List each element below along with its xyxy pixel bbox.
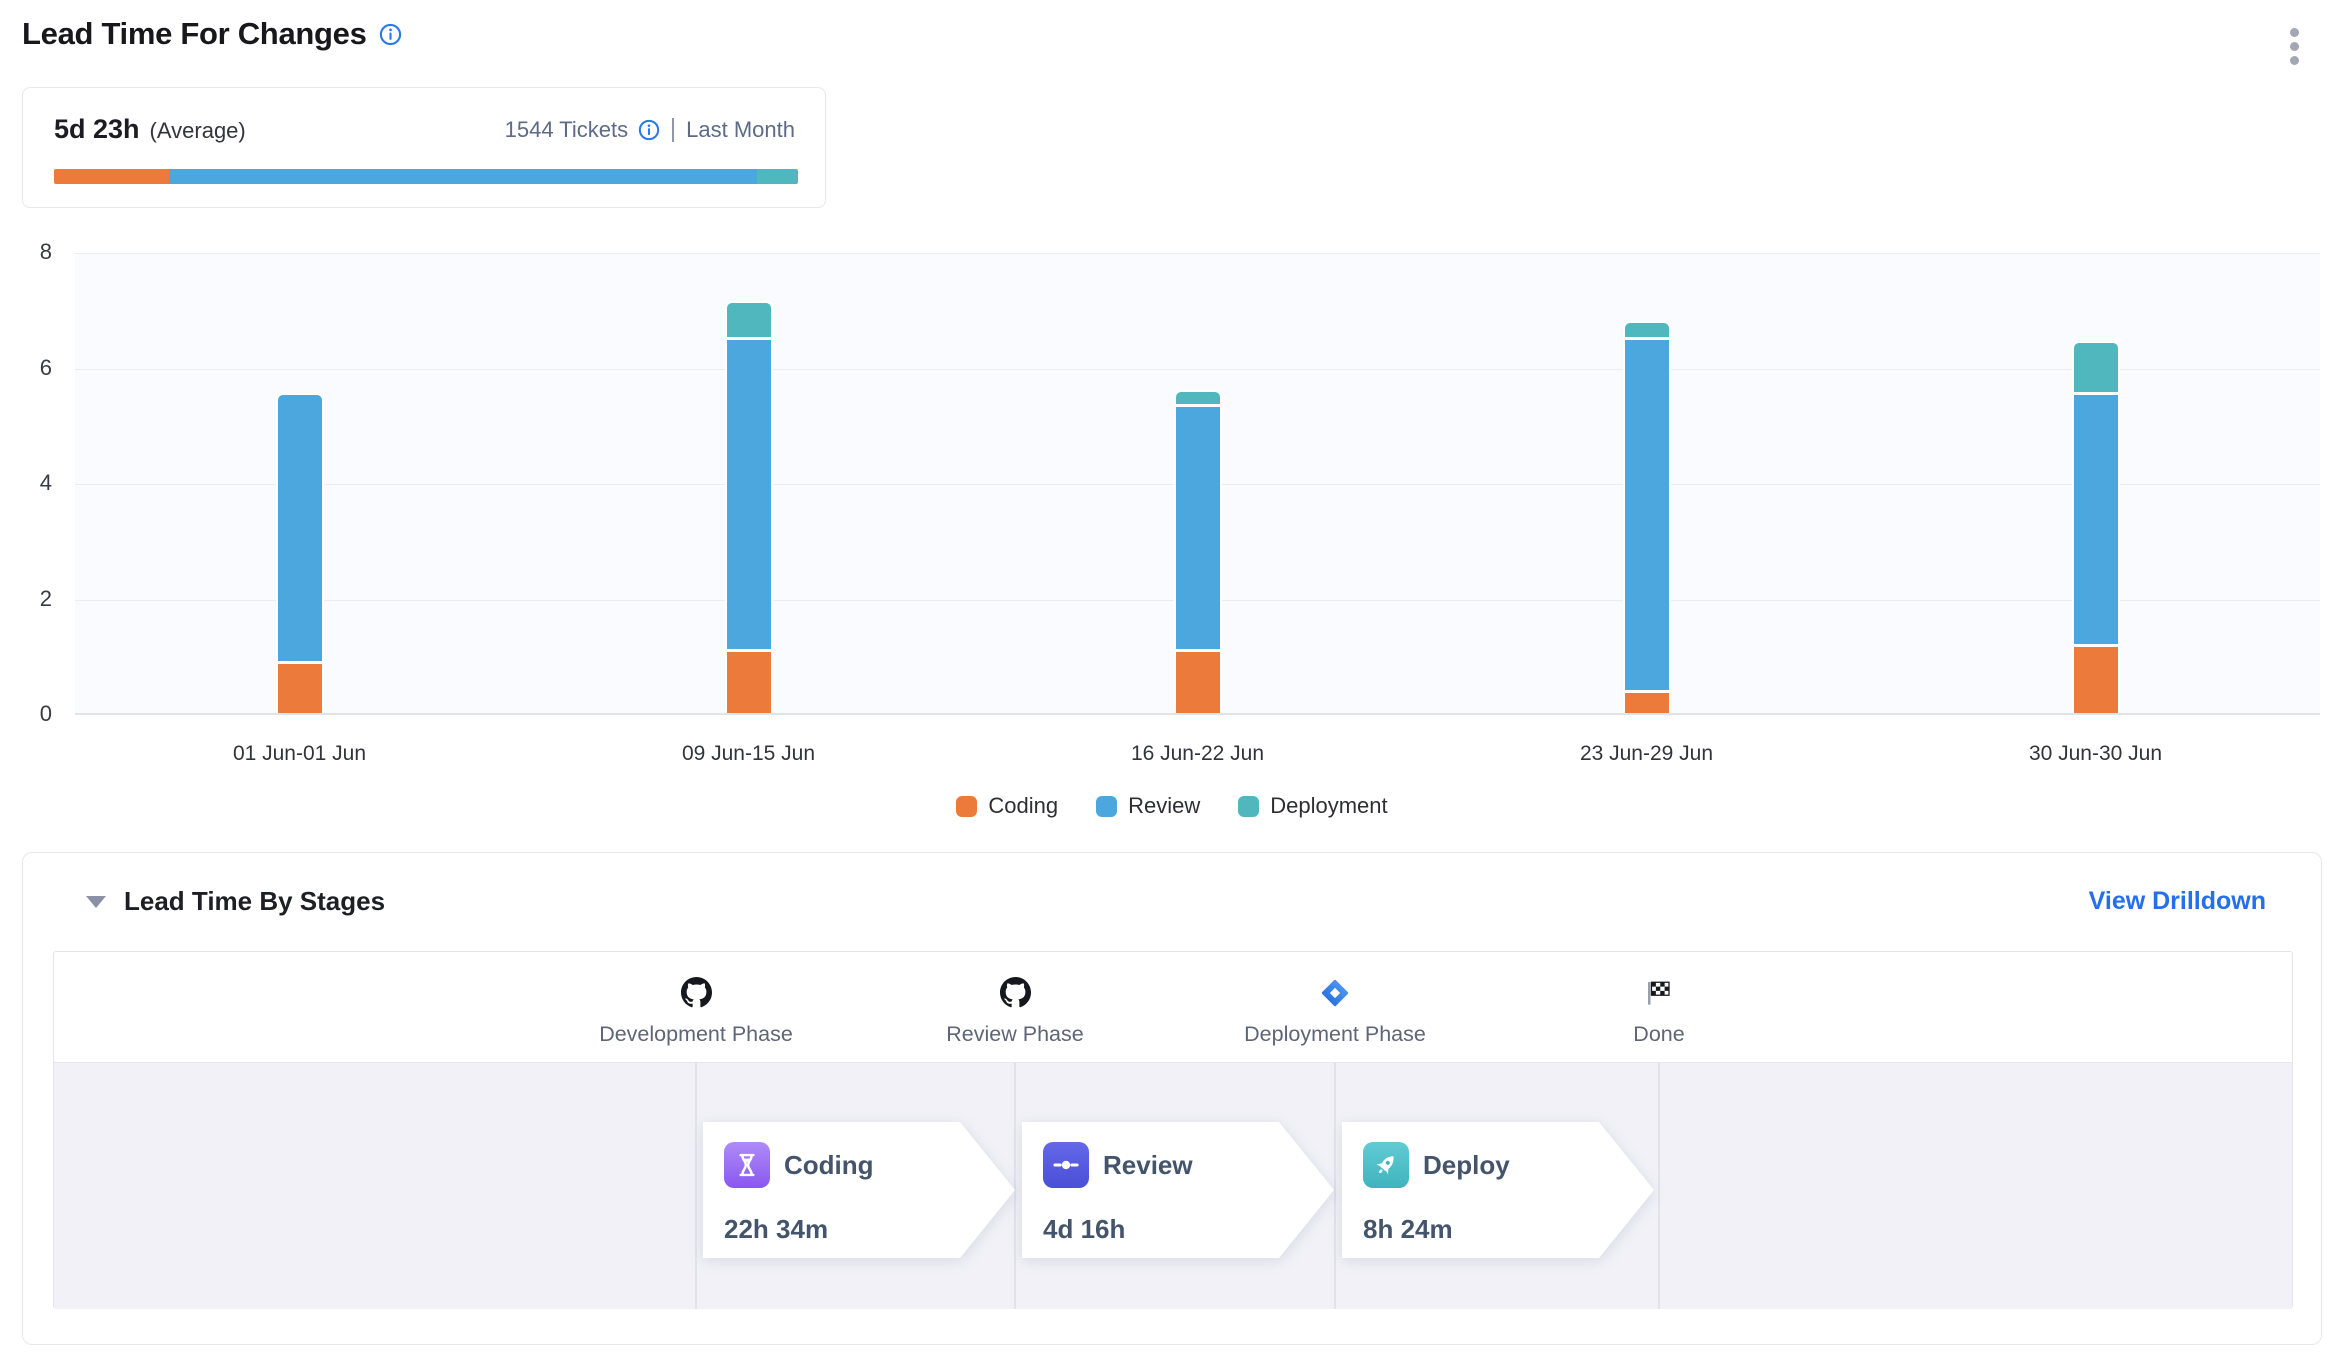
x-axis-label: 09 Jun-15 Jun bbox=[589, 742, 909, 766]
legend-swatch bbox=[1238, 796, 1259, 817]
stages-section: Lead Time By Stages View Drilldown Devel… bbox=[22, 852, 2322, 1345]
lead-time-dashboard: Lead Time For Changes 5d 23h (Average) 1… bbox=[0, 0, 2344, 1352]
bar-segment-deployment[interactable] bbox=[727, 303, 771, 338]
legend-swatch bbox=[1096, 796, 1117, 817]
bar-01Jun-01Jun[interactable] bbox=[276, 393, 324, 713]
phase-done: Done bbox=[1499, 952, 1819, 1047]
github-icon bbox=[855, 952, 1175, 1008]
hourglass-icon bbox=[724, 1142, 770, 1188]
x-axis-label: 01 Jun-01 Jun bbox=[140, 742, 460, 766]
stages-table: Development PhaseReview PhaseDeployment … bbox=[53, 951, 2293, 1309]
phase-deployment-phase: Deployment Phase bbox=[1175, 952, 1495, 1047]
stage-duration: 22h 34m bbox=[724, 1214, 1015, 1245]
stage-duration: 8h 24m bbox=[1363, 1214, 1654, 1245]
rocket-icon bbox=[1363, 1142, 1409, 1188]
phase-label: Deployment Phase bbox=[1175, 1022, 1495, 1047]
legend-swatch bbox=[956, 796, 977, 817]
bar-segment-coding[interactable] bbox=[1176, 652, 1220, 713]
tickets-count: 1544 Tickets bbox=[505, 117, 629, 143]
title-info-icon[interactable] bbox=[379, 23, 402, 46]
bar-segment-deployment[interactable] bbox=[1625, 323, 1669, 337]
kebab-menu-icon[interactable] bbox=[2282, 28, 2306, 65]
phase-label: Done bbox=[1499, 1022, 1819, 1047]
view-drilldown-link[interactable]: View Drilldown bbox=[2089, 887, 2266, 916]
summary-card: 5d 23h (Average) 1544 Tickets Last Month bbox=[22, 87, 826, 208]
phase-review-phase: Review Phase bbox=[855, 952, 1175, 1047]
bar-segment-review[interactable] bbox=[278, 395, 322, 661]
page-title: Lead Time For Changes bbox=[22, 16, 367, 52]
stage-duration: 4d 16h bbox=[1043, 1214, 1334, 1245]
stage-card-deploy[interactable]: Deploy 8h 24m bbox=[1342, 1122, 1654, 1258]
stage-card-coding[interactable]: Coding 22h 34m bbox=[703, 1122, 1015, 1258]
bar-segment-coding[interactable] bbox=[727, 652, 771, 713]
chart-plot bbox=[75, 253, 2320, 715]
checkered-flag-icon bbox=[1499, 952, 1819, 1008]
bar-segment-review[interactable] bbox=[2074, 395, 2118, 643]
average-value: 5d 23h bbox=[54, 114, 140, 145]
y-axis-tick: 2 bbox=[8, 586, 52, 612]
legend-item-deployment[interactable]: Deployment bbox=[1238, 793, 1387, 819]
x-axis-label: 16 Jun-22 Jun bbox=[1038, 742, 1358, 766]
gridline-y8 bbox=[75, 253, 2320, 254]
bar-09Jun-15Jun[interactable] bbox=[725, 301, 773, 713]
bar-segment-review[interactable] bbox=[1176, 407, 1220, 650]
chart-legend: Coding Review Deployment bbox=[0, 793, 2344, 819]
page-title-row: Lead Time For Changes bbox=[22, 16, 402, 52]
y-axis-tick: 0 bbox=[8, 701, 52, 727]
summary-segment-coding bbox=[54, 169, 169, 184]
legend-label: Deployment bbox=[1270, 793, 1387, 819]
bar-segment-deployment[interactable] bbox=[2074, 343, 2118, 392]
phase-label: Review Phase bbox=[855, 1022, 1175, 1047]
y-axis-tick: 6 bbox=[8, 355, 52, 381]
stage-label: Review bbox=[1103, 1150, 1193, 1181]
stage-label: Deploy bbox=[1423, 1150, 1510, 1181]
bar-segment-deployment[interactable] bbox=[1176, 392, 1220, 404]
stage-label: Coding bbox=[784, 1150, 874, 1181]
legend-item-coding[interactable]: Coding bbox=[956, 793, 1058, 819]
x-axis-label: 23 Jun-29 Jun bbox=[1487, 742, 1807, 766]
bar-segment-coding[interactable] bbox=[278, 664, 322, 713]
y-axis-tick: 4 bbox=[8, 470, 52, 496]
git-commit-icon bbox=[1043, 1142, 1089, 1188]
summary-segment-deployment bbox=[757, 169, 798, 184]
column-divider bbox=[695, 1062, 697, 1309]
summary-segment-review bbox=[169, 169, 757, 184]
bar-30Jun-30Jun[interactable] bbox=[2072, 341, 2120, 713]
stages-title: Lead Time By Stages bbox=[124, 886, 385, 917]
legend-label: Review bbox=[1128, 793, 1200, 819]
bar-23Jun-29Jun[interactable] bbox=[1623, 321, 1671, 713]
bar-16Jun-22Jun[interactable] bbox=[1174, 390, 1222, 713]
legend-item-review[interactable]: Review bbox=[1096, 793, 1200, 819]
phase-label: Development Phase bbox=[536, 1022, 856, 1047]
jira-diamond-icon bbox=[1175, 952, 1495, 1008]
tickets-info-icon[interactable] bbox=[638, 119, 660, 141]
y-axis-tick: 8 bbox=[8, 239, 52, 265]
bar-segment-review[interactable] bbox=[727, 340, 771, 649]
column-divider bbox=[1658, 1062, 1660, 1309]
bar-segment-coding[interactable] bbox=[1625, 693, 1669, 713]
bar-segment-review[interactable] bbox=[1625, 340, 1669, 689]
period-label: Last Month bbox=[686, 117, 795, 143]
stage-card-review[interactable]: Review 4d 16h bbox=[1022, 1122, 1334, 1258]
phase-development-phase: Development Phase bbox=[536, 952, 856, 1047]
legend-label: Coding bbox=[988, 793, 1058, 819]
column-divider bbox=[1334, 1062, 1336, 1309]
summary-progress-bar bbox=[54, 169, 798, 184]
average-label: (Average) bbox=[150, 118, 246, 144]
bar-segment-coding[interactable] bbox=[2074, 647, 2118, 713]
github-icon bbox=[536, 952, 856, 1008]
divider bbox=[672, 118, 674, 142]
collapse-triangle-icon[interactable] bbox=[86, 896, 106, 908]
gridline-y6 bbox=[75, 369, 2320, 370]
x-axis-label: 30 Jun-30 Jun bbox=[1936, 742, 2256, 766]
